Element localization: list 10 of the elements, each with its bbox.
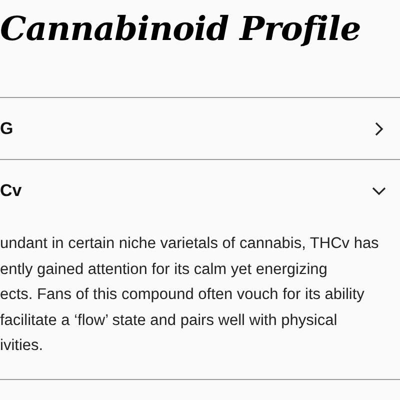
body-text-line: undant in certain niche varietals of cannabis, THCv has — [0, 234, 380, 254]
body-text-line: ivities. — [0, 336, 44, 356]
accordion-label: Cv — [0, 180, 22, 202]
body-text-line: ently gained attention for its calm yet energizing — [0, 260, 328, 280]
accordion-header[interactable]: G — [0, 98, 400, 159]
accordion-header[interactable]: Cv — [0, 160, 400, 221]
page-title: Cannabinoid Profile — [0, 8, 362, 50]
accordion-label: G — [0, 118, 14, 140]
body-text-line: facilitate a ‘flow’ state and pairs well with physical — [0, 310, 338, 330]
body-text-line: ects. Fans of this compound often vouch for its ability — [0, 285, 366, 305]
